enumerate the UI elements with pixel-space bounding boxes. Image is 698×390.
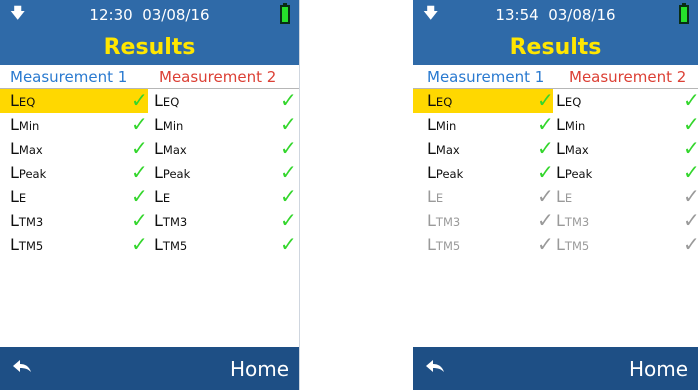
result-row-lmax[interactable]: LMax ✓ LMax ✓ <box>0 136 299 161</box>
check-icon: ✓ <box>537 112 554 136</box>
result-row-lmax[interactable]: LMax ✓ LMax ✓ <box>413 136 698 161</box>
m2-label: LE <box>556 187 573 206</box>
status-time: 13:54 <box>495 6 539 24</box>
m2-label: LEQ <box>556 91 582 110</box>
m2-label: LMax <box>154 139 187 158</box>
back-arrow-icon[interactable] <box>423 355 447 379</box>
m2-label: LE <box>154 187 171 206</box>
check-icon: ✓ <box>537 136 554 160</box>
m2-label: LTM5 <box>556 235 590 254</box>
status-date: 03/08/16 <box>142 6 210 24</box>
result-row-lmin[interactable]: LMin ✓ LMin ✓ <box>0 112 299 137</box>
check-icon: ✓ <box>537 184 554 208</box>
m2-label: LEQ <box>154 91 180 110</box>
status-date: 03/08/16 <box>548 6 616 24</box>
check-icon: ✓ <box>131 88 148 112</box>
m1-label: LE <box>427 187 444 206</box>
status-datetime: 13:54 03/08/16 <box>413 7 698 23</box>
check-icon: ✓ <box>683 136 698 160</box>
m2-label: LMax <box>556 139 589 158</box>
result-row-ltm3[interactable]: LTM3 ✓ LTM3 ✓ <box>413 208 698 233</box>
check-icon: ✓ <box>131 208 148 232</box>
m1-label: LTM3 <box>427 211 461 230</box>
m1-label: LPeak <box>10 163 47 182</box>
check-icon: ✓ <box>280 184 297 208</box>
check-icon: ✓ <box>683 232 698 256</box>
m1-label: LMin <box>427 115 457 134</box>
check-icon: ✓ <box>537 88 554 112</box>
page-title: Results <box>0 30 299 65</box>
check-icon: ✓ <box>683 184 698 208</box>
check-icon: ✓ <box>280 160 297 184</box>
check-icon: ✓ <box>537 160 554 184</box>
result-row-ltm5[interactable]: LTM5 ✓ LTM5 ✓ <box>0 232 299 257</box>
battery-icon <box>679 3 689 24</box>
m2-label: LMin <box>556 115 586 134</box>
check-icon: ✓ <box>537 208 554 232</box>
column-headers: Measurement 1 Measurement 2 <box>0 66 299 89</box>
m2-label: LMin <box>154 115 184 134</box>
m2-label: LTM5 <box>154 235 188 254</box>
measurement-2-header: Measurement 2 <box>159 68 277 86</box>
status-time: 12:30 <box>89 6 133 24</box>
result-row-ltm3[interactable]: LTM3 ✓ LTM3 ✓ <box>0 208 299 233</box>
footer-bar: Home <box>0 347 299 390</box>
m1-label: LTM5 <box>427 235 461 254</box>
check-icon: ✓ <box>131 160 148 184</box>
device-screen-2: 🡇 13:54 03/08/16 Results Measurement 1 M… <box>413 0 698 390</box>
check-icon: ✓ <box>280 88 297 112</box>
m1-label: LTM5 <box>10 235 44 254</box>
result-row-leq[interactable]: LEQ ✓ LEQ ✓ <box>413 88 698 113</box>
m1-label: LEQ <box>427 91 453 110</box>
device-screen-1: 🡇 12:30 03/08/16 Results Measurement 1 M… <box>0 0 300 390</box>
m1-label: LMin <box>10 115 40 134</box>
battery-icon <box>280 3 290 24</box>
m1-label: LMax <box>427 139 460 158</box>
back-arrow-icon[interactable] <box>10 355 34 379</box>
result-row-le[interactable]: LE ✓ LE ✓ <box>0 184 299 209</box>
column-headers: Measurement 1 Measurement 2 <box>413 66 698 89</box>
check-icon: ✓ <box>537 232 554 256</box>
m1-label: LEQ <box>10 91 36 110</box>
check-icon: ✓ <box>280 112 297 136</box>
home-button[interactable]: Home <box>230 357 289 381</box>
check-icon: ✓ <box>683 160 698 184</box>
check-icon: ✓ <box>683 112 698 136</box>
check-icon: ✓ <box>131 112 148 136</box>
measurement-2-header: Measurement 2 <box>569 68 687 86</box>
m1-label: LMax <box>10 139 43 158</box>
result-row-leq[interactable]: LEQ ✓ LEQ ✓ <box>0 88 299 113</box>
result-row-lpeak[interactable]: LPeak ✓ LPeak ✓ <box>0 160 299 185</box>
measurement-1-header: Measurement 1 <box>10 68 128 86</box>
m2-label: LPeak <box>556 163 593 182</box>
page-title: Results <box>413 30 698 65</box>
check-icon: ✓ <box>683 88 698 112</box>
result-row-lmin[interactable]: LMin ✓ LMin ✓ <box>413 112 698 137</box>
result-row-le[interactable]: LE ✓ LE ✓ <box>413 184 698 209</box>
check-icon: ✓ <box>280 232 297 256</box>
m2-label: LTM3 <box>556 211 590 230</box>
measurement-1-header: Measurement 1 <box>427 68 545 86</box>
check-icon: ✓ <box>280 208 297 232</box>
status-bar: 🡇 12:30 03/08/16 <box>0 0 299 30</box>
result-row-ltm5[interactable]: LTM5 ✓ LTM5 ✓ <box>413 232 698 257</box>
status-datetime: 12:30 03/08/16 <box>0 7 299 23</box>
m2-label: LPeak <box>154 163 191 182</box>
m1-label: LTM3 <box>10 211 44 230</box>
result-row-lpeak[interactable]: LPeak ✓ LPeak ✓ <box>413 160 698 185</box>
check-icon: ✓ <box>131 184 148 208</box>
check-icon: ✓ <box>280 136 297 160</box>
m1-label: LE <box>10 187 27 206</box>
check-icon: ✓ <box>683 208 698 232</box>
home-button[interactable]: Home <box>629 357 688 381</box>
check-icon: ✓ <box>131 232 148 256</box>
status-bar: 🡇 13:54 03/08/16 <box>413 0 698 30</box>
footer-bar: Home <box>413 347 698 390</box>
m2-label: LTM3 <box>154 211 188 230</box>
m1-label: LPeak <box>427 163 464 182</box>
check-icon: ✓ <box>131 136 148 160</box>
